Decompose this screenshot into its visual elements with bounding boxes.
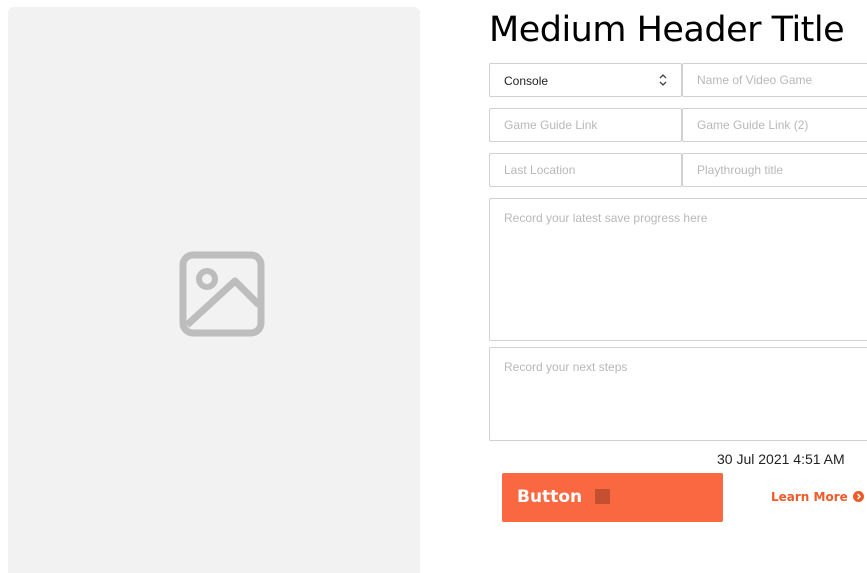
console-select-value: Console xyxy=(504,74,549,88)
save-progress-textarea[interactable] xyxy=(489,198,867,341)
page: Medium Header Title Console 30 Jul 2021 … xyxy=(0,0,867,573)
timestamp: 30 Jul 2021 4:51 AM xyxy=(717,451,845,467)
game-guide-link-input[interactable] xyxy=(489,108,682,142)
primary-button[interactable]: Button xyxy=(502,473,723,522)
video-game-name-input[interactable] xyxy=(682,63,867,97)
next-steps-textarea[interactable] xyxy=(489,347,867,441)
primary-button-label: Button xyxy=(517,487,583,507)
arrow-right-circle-icon xyxy=(852,491,864,502)
game-guide-link-2-input[interactable] xyxy=(682,108,867,142)
learn-more-label: Learn More xyxy=(771,490,848,504)
page-title: Medium Header Title xyxy=(489,10,845,50)
playthrough-title-input[interactable] xyxy=(682,153,867,187)
image-placeholder xyxy=(8,7,420,573)
button-square-icon xyxy=(595,489,610,504)
console-select[interactable]: Console xyxy=(489,63,682,97)
chevron-up-down-icon xyxy=(659,74,667,86)
image-icon xyxy=(179,251,265,337)
learn-more-link[interactable]: Learn More xyxy=(771,490,864,504)
last-location-input[interactable] xyxy=(489,153,682,187)
